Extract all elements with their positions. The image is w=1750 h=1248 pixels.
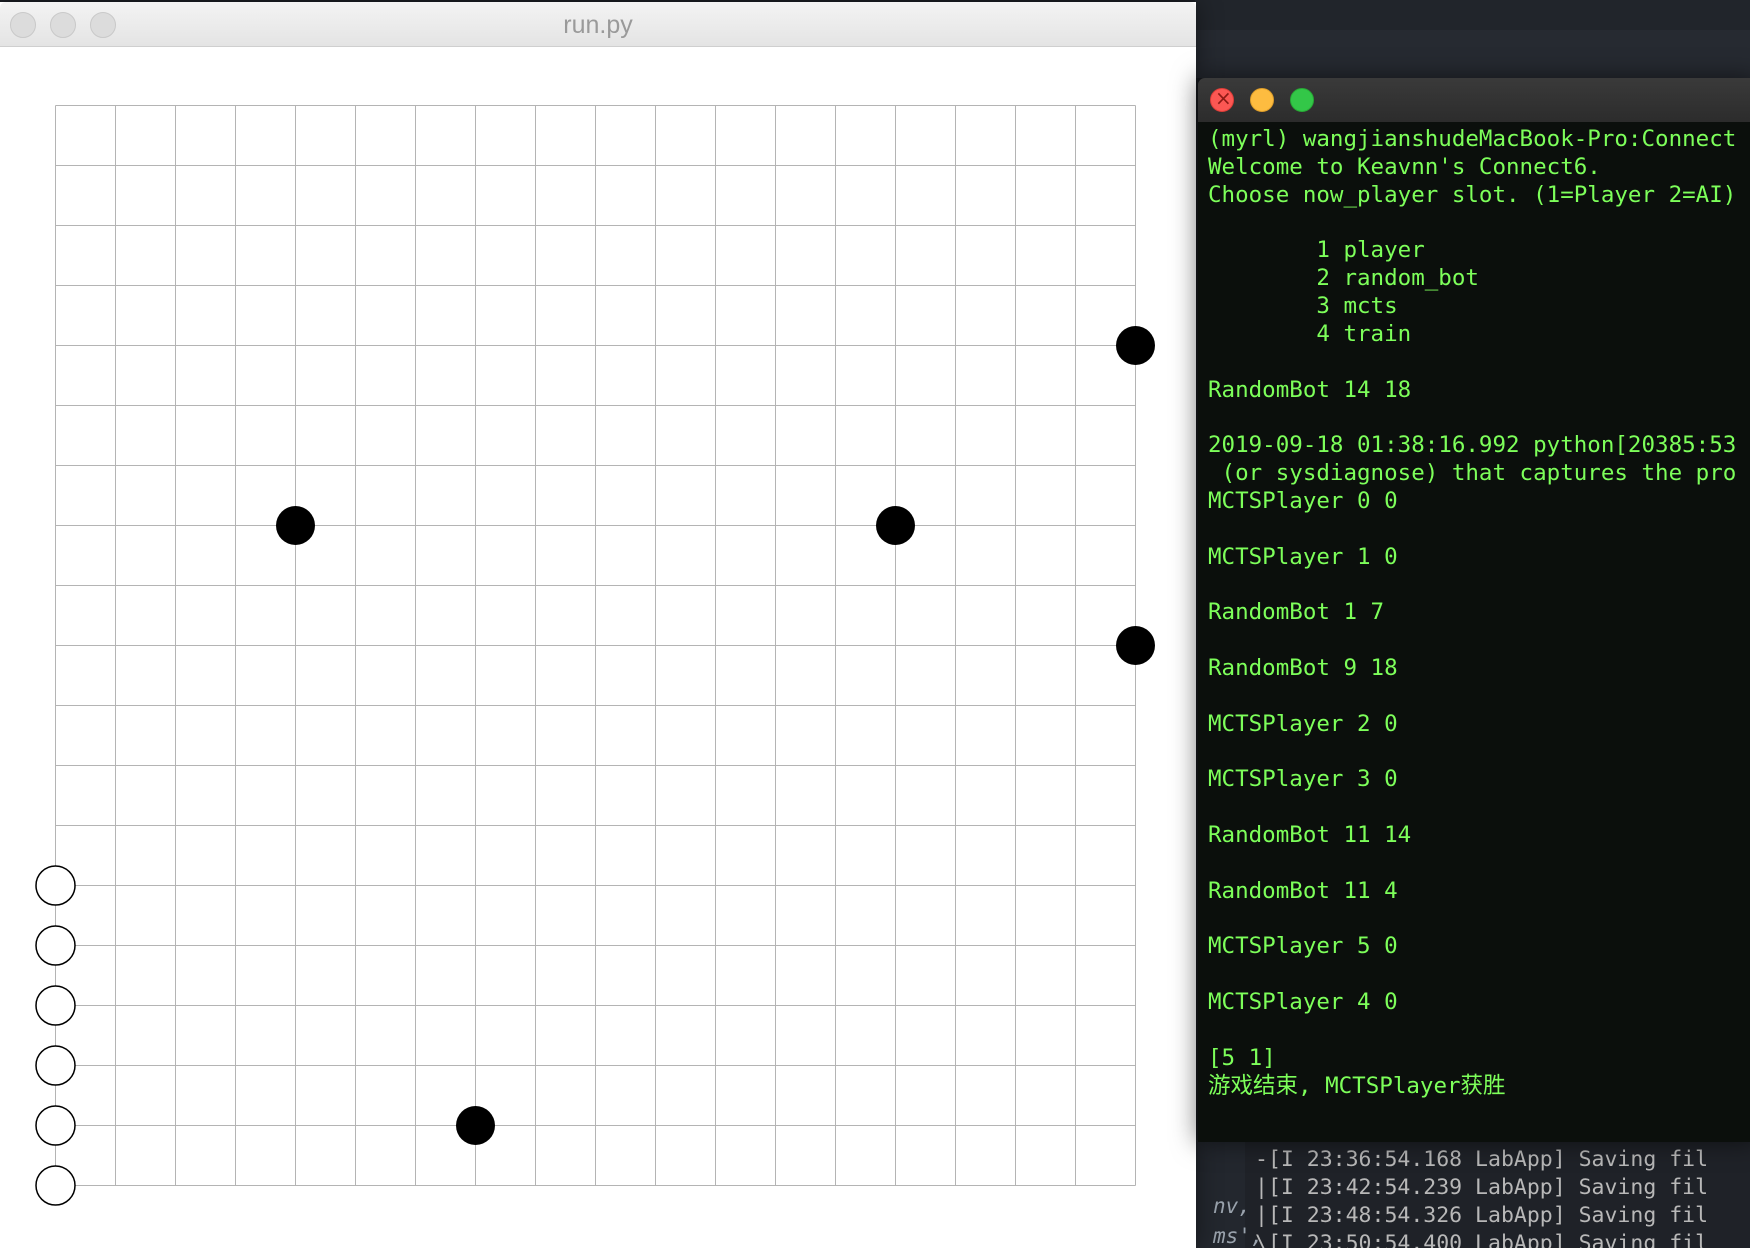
terminal-line: 3 mcts (1208, 293, 1398, 320)
terminal-line: (myrl) wangjianshudeMacBook-Pro:Connect (1208, 126, 1737, 152)
white-stone (35, 925, 76, 966)
game-board-window: run.py (0, 2, 1196, 1248)
minimize-button[interactable] (1250, 88, 1274, 112)
gutter-text: nv, (1213, 1194, 1251, 1218)
terminal-line: 4 train (1208, 320, 1412, 347)
black-stone (1116, 626, 1155, 665)
log-lines: -[I 23:36:54.168 LabApp] Saving fil |[I … (1255, 1146, 1708, 1248)
black-stone (276, 506, 315, 545)
log-line: \[I 23:50:54.400 LabApp] Saving fil (1255, 1231, 1709, 1248)
go-board[interactable] (0, 2, 1196, 1248)
black-stone (876, 506, 915, 545)
background-editor-tabbar (1195, 30, 1750, 78)
terminal-window[interactable]: (myrl) wangjianshudeMacBook-Pro:ConnectW… (1198, 78, 1750, 1142)
terminal-titlebar[interactable] (1198, 78, 1750, 122)
terminal-line: 1 player (1208, 237, 1425, 264)
terminal-line: MCTSPlayer 0 0 (1208, 487, 1398, 514)
white-stone (35, 985, 76, 1026)
background-log-window: nv, ms', -[I 23:36:54.168 LabApp] Saving… (1195, 1140, 1750, 1248)
white-stone (35, 1105, 76, 1146)
terminal-line: (or sysdiagnose) that captures the pro (1208, 460, 1737, 487)
terminal-line: RandomBot 1 7 (1208, 599, 1385, 626)
terminal-line: Welcome to Keavnn's Connect6. (1208, 153, 1601, 180)
background-editor-topbar (1195, 0, 1750, 30)
terminal-line: RandomBot 11 14 (1208, 822, 1412, 849)
black-stone (456, 1106, 495, 1145)
close-button[interactable] (1210, 86, 1234, 112)
log-line: |[I 23:42:54.239 LabApp] Saving fil (1255, 1175, 1709, 1200)
terminal-line: MCTSPlayer 1 0 (1208, 543, 1398, 570)
white-stone (35, 1165, 76, 1206)
terminal-line: MCTSPlayer 3 0 (1208, 766, 1398, 793)
white-stone (35, 865, 76, 906)
terminal-line: MCTSPlayer 4 0 (1208, 989, 1398, 1016)
terminal-line: RandomBot 11 4 (1208, 877, 1398, 904)
terminal-line: Choose now_player slot. (1=Player 2=AI) (1208, 181, 1737, 208)
terminal-line: 游戏结束, MCTSPlayer获胜 (1208, 1072, 1506, 1099)
terminal-output[interactable]: (myrl) wangjianshudeMacBook-Pro:Connect W… (1208, 126, 1750, 1101)
board-grid (55, 105, 1136, 1186)
code-gutter: nv, ms', (1195, 1140, 1264, 1248)
terminal-line: RandomBot 14 18 (1208, 376, 1412, 403)
black-stone (1116, 326, 1155, 365)
white-stone (35, 1045, 76, 1086)
terminal-line: MCTSPlayer 5 0 (1208, 933, 1398, 960)
zoom-button[interactable] (1290, 88, 1314, 112)
terminal-line: [5 1] (1208, 1044, 1276, 1071)
terminal-line: MCTSPlayer 2 0 (1208, 710, 1398, 737)
terminal-line: RandomBot 9 18 (1208, 655, 1398, 682)
terminal-line: 2 random_bot (1208, 265, 1479, 292)
log-line: |[I 23:48:54.326 LabApp] Saving fil (1255, 1203, 1709, 1228)
terminal-line: 2019-09-18 01:38:16.992 python[20385:53 (1208, 432, 1737, 459)
log-line: -[I 23:36:54.168 LabApp] Saving fil (1255, 1147, 1709, 1172)
